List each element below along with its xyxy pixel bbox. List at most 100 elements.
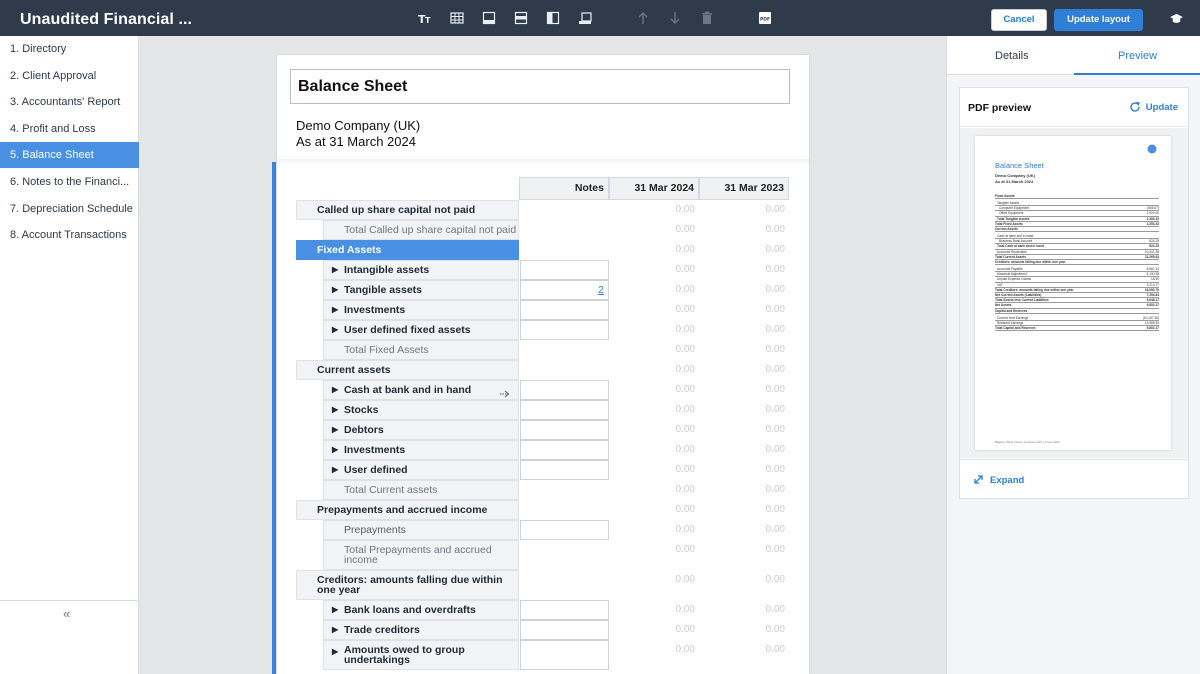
sidebar-item-profit-and-loss[interactable]: 4. Profit and Loss xyxy=(0,116,139,142)
row-label[interactable]: Prepayments xyxy=(323,520,519,540)
table-icon[interactable] xyxy=(450,11,464,25)
row-label[interactable]: Creditors: amounts falling due within on… xyxy=(296,570,519,600)
notes-input[interactable] xyxy=(520,600,609,620)
row-label[interactable]: Total Fixed Assets xyxy=(323,340,519,360)
notes-input[interactable] xyxy=(520,420,609,440)
row-label[interactable]: Total Called up share capital not paid xyxy=(323,220,519,240)
sidebar-item-accountants-report[interactable]: 3. Accountants' Report xyxy=(0,89,139,115)
pdf-icon[interactable]: PDF xyxy=(758,11,772,25)
notes-input[interactable] xyxy=(520,260,609,280)
notes-input[interactable]: 2 xyxy=(520,280,609,300)
text-format-icon[interactable]: TT xyxy=(418,11,432,25)
row-label-text: User defined fixed assets xyxy=(344,324,471,336)
expand-row-icon[interactable]: ▶ xyxy=(332,321,338,339)
tab-details[interactable]: Details xyxy=(995,50,1029,62)
row-label[interactable]: ▶ Trade creditors xyxy=(323,620,519,640)
move-up-icon[interactable] xyxy=(636,11,650,25)
update-layout-button[interactable]: Update layout xyxy=(1054,9,1143,31)
expand-row-icon[interactable]: ▶ xyxy=(332,381,338,399)
expand-row-icon[interactable]: ▶ xyxy=(332,401,338,419)
pdf-preview-footer: Expand xyxy=(960,459,1188,498)
row-label[interactable]: ▶ User defined fixed assets xyxy=(323,320,519,340)
sidebar-item-client-approval[interactable]: 2. Client Approval xyxy=(0,63,139,89)
notes-input[interactable] xyxy=(520,440,609,460)
tab-preview[interactable]: Preview xyxy=(1118,50,1157,62)
sidebar-item-balance-sheet[interactable]: 5. Balance Sheet xyxy=(0,142,139,168)
expand-row-icon[interactable]: ▶ xyxy=(332,621,338,639)
collapse-sidebar-icon[interactable]: « xyxy=(63,606,70,621)
expand-row-icon[interactable]: ▶ xyxy=(332,421,338,439)
row-label[interactable]: ▶ Investments xyxy=(323,300,519,320)
row-label[interactable]: ▶ Stocks xyxy=(323,400,519,420)
value-2024: 0.00 xyxy=(675,364,695,375)
row-label[interactable]: Prepayments and accrued income xyxy=(296,500,519,520)
value-2024: 0.00 xyxy=(675,324,695,335)
notes-input[interactable] xyxy=(520,320,609,340)
notes-input[interactable] xyxy=(520,640,609,670)
value-2023: 0.00 xyxy=(765,544,785,555)
value-2023: 0.00 xyxy=(765,424,785,435)
insert-row-icon[interactable] xyxy=(578,11,592,25)
row-label[interactable]: ▶ User defined xyxy=(323,460,519,480)
expand-row-icon[interactable]: ▶ xyxy=(332,647,338,657)
expand-row-icon[interactable]: ▶ xyxy=(332,281,338,299)
row-label[interactable]: Fixed Assets xyxy=(296,240,519,260)
layout-columns-icon[interactable] xyxy=(546,11,560,25)
mini-rule xyxy=(995,231,1159,232)
value-2024: 0.00 xyxy=(675,604,695,615)
row-label[interactable]: ▶ Amounts owed to group undertakings xyxy=(323,640,519,670)
svg-text:T: T xyxy=(425,16,431,25)
row-label[interactable]: Current assets xyxy=(296,360,519,380)
row-label[interactable]: ▶ Tangible assets xyxy=(323,280,519,300)
layout-bottom-icon[interactable] xyxy=(482,11,496,25)
row-label[interactable]: ▶ Intangible assets xyxy=(323,260,519,280)
move-down-icon[interactable] xyxy=(668,11,682,25)
value-2023: 0.00 xyxy=(765,624,785,635)
pdf-preview-body: Balance Sheet Demo Company (UK) As at 31… xyxy=(960,128,1188,458)
column-header-2023: 31 Mar 2023 xyxy=(699,177,789,200)
expand-row-icon[interactable]: ▶ xyxy=(332,461,338,479)
row-label[interactable]: ▶ Bank loans and overdrafts xyxy=(323,600,519,620)
refresh-icon xyxy=(1130,102,1140,112)
row-label[interactable]: Total Prepayments and accrued income xyxy=(323,540,519,570)
notes-input[interactable] xyxy=(520,520,609,540)
sidebar-item-depreciation-schedule[interactable]: 7. Depreciation Schedule xyxy=(0,196,139,222)
note-link[interactable]: 2 xyxy=(598,284,604,296)
trash-icon[interactable] xyxy=(700,11,714,25)
notes-input[interactable] xyxy=(520,300,609,320)
sidebar-item-directory[interactable]: 1. Directory xyxy=(0,36,139,62)
notes-input[interactable] xyxy=(520,380,609,400)
sidebar-item-account-transactions[interactable]: 8. Account Transactions xyxy=(0,222,139,248)
cancel-button[interactable]: Cancel xyxy=(991,9,1047,31)
value-2024: 0.00 xyxy=(675,544,695,555)
layout-middle-icon[interactable] xyxy=(514,11,528,25)
value-2023: 0.00 xyxy=(765,364,785,375)
graduation-cap-icon[interactable] xyxy=(1170,12,1183,25)
pdf-preview-page[interactable]: Balance Sheet Demo Company (UK) As at 31… xyxy=(975,136,1171,450)
expand-row-icon[interactable]: ▶ xyxy=(332,441,338,459)
expand-row-icon[interactable]: ▶ xyxy=(332,261,338,279)
svg-text:PDF: PDF xyxy=(760,17,770,23)
update-preview-button[interactable]: Update xyxy=(1130,102,1178,113)
notes-input[interactable] xyxy=(520,400,609,420)
row-label[interactable]: ▶ Debtors xyxy=(323,420,519,440)
sidebar-divider xyxy=(0,600,139,601)
notes-input[interactable] xyxy=(520,460,609,480)
document-divider xyxy=(277,159,809,165)
expand-row-icon[interactable]: ▶ xyxy=(332,301,338,319)
row-label[interactable]: Total Current assets xyxy=(323,480,519,500)
mini-footer: Balance Sheet | Demo Company (UK) | 23 A… xyxy=(995,440,1060,444)
tab-active-indicator xyxy=(1074,73,1200,75)
value-2024: 0.00 xyxy=(675,244,695,255)
value-2024: 0.00 xyxy=(675,444,695,455)
expand-preview-button[interactable]: Expand xyxy=(974,475,1024,486)
mini-title: Balance Sheet xyxy=(995,161,1044,170)
document-title-field[interactable]: Balance Sheet xyxy=(290,69,790,104)
expand-row-icon[interactable]: ▶ xyxy=(332,601,338,619)
arrow-right-icon[interactable] xyxy=(500,386,510,398)
row-label[interactable]: ▶ Cash at bank and in hand xyxy=(323,380,519,400)
row-label[interactable]: Called up share capital not paid xyxy=(296,200,519,220)
row-label[interactable]: ▶ Investments xyxy=(323,440,519,460)
notes-input[interactable] xyxy=(520,620,609,640)
sidebar-item-notes[interactable]: 6. Notes to the Financi... xyxy=(0,169,139,195)
